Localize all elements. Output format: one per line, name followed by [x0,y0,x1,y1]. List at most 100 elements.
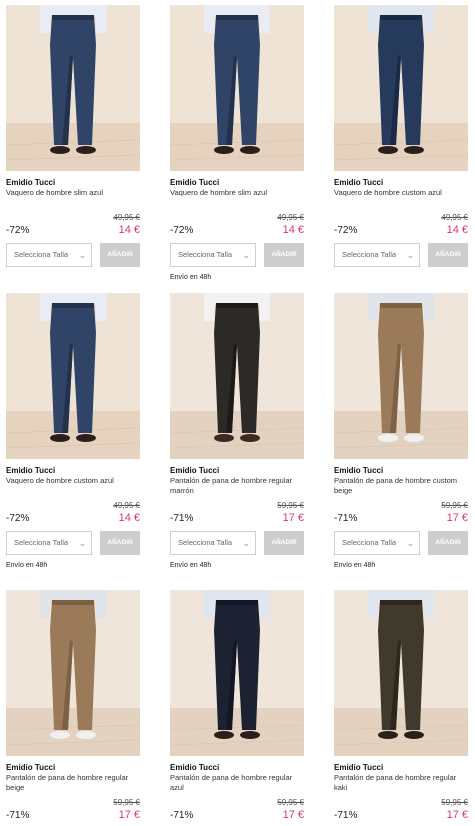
shipping-info [6,274,140,284]
add-to-cart-button[interactable]: AÑADIR [264,243,304,267]
product-card[interactable]: Emidio Tucci Pantalón de pana de hombre … [170,293,304,572]
size-select[interactable]: Selecciona Talla ⌄ [170,243,256,267]
brand-name: Emidio Tucci [170,178,220,187]
chevron-down-icon: ⌄ [242,538,250,548]
price-block: -71% 59,95 € 17 € [334,501,468,529]
price-block: -71% 59,95 € 17 € [170,798,304,826]
discount-badge: -71% [334,810,358,821]
chevron-down-icon: ⌄ [78,250,86,260]
brand-name: Emidio Tucci [334,763,384,772]
size-select[interactable]: Selecciona Talla ⌄ [6,243,92,267]
trousers-photo-icon [6,293,140,459]
product-card[interactable]: Emidio Tucci Vaquero de hombre slim azul… [6,5,140,284]
product-image[interactable] [334,590,468,756]
size-select[interactable]: Selecciona Talla ⌄ [334,531,420,555]
product-image[interactable] [170,293,304,459]
shipping-info [334,274,468,284]
trousers-photo-icon [170,293,304,459]
size-select[interactable]: Selecciona Talla ⌄ [170,531,256,555]
size-select-label: Selecciona Talla [14,250,69,259]
product-image[interactable] [6,590,140,756]
original-price: 59,95 € [277,501,304,510]
chevron-down-icon: ⌄ [78,538,86,548]
price-block: -72% 49,95 € 14 € [170,213,304,241]
discount-badge: -72% [6,513,30,524]
purchase-actions: Selecciona Talla ⌄ AÑADIR [6,531,140,555]
product-card[interactable]: Emidio Tucci Vaquero de hombre custom az… [6,293,140,572]
product-name[interactable]: Pantalón de pana de hombre regular beige [6,773,140,793]
original-price: 49,95 € [441,213,468,222]
product-name[interactable]: Vaquero de hombre custom azul [334,188,468,208]
price-block: -72% 49,95 € 14 € [334,213,468,241]
product-name[interactable]: Pantalón de pana de hombre regular azul [170,773,304,793]
product-image[interactable] [6,293,140,459]
shipping-info: Envío en 48h [170,562,212,569]
product-card[interactable]: Emidio Tucci Pantalón de pana de hombre … [6,590,140,826]
trousers-photo-icon [6,5,140,171]
size-select[interactable]: Selecciona Talla ⌄ [6,531,92,555]
price-block: -72% 49,95 € 14 € [6,501,140,529]
add-to-cart-button[interactable]: AÑADIR [428,243,468,267]
product-name[interactable]: Vaquero de hombre slim azul [170,188,304,208]
product-card[interactable]: Emidio Tucci Pantalón de pana de hombre … [334,293,468,572]
add-to-cart-button[interactable]: AÑADIR [100,243,140,267]
size-select[interactable]: Selecciona Talla ⌄ [334,243,420,267]
discount-badge: -72% [6,225,30,236]
discount-badge: -72% [170,225,194,236]
chevron-down-icon: ⌄ [406,250,414,260]
sale-price: 14 € [446,224,468,236]
chevron-down-icon: ⌄ [406,538,414,548]
product-image[interactable] [170,5,304,171]
price-block: -72% 49,95 € 14 € [6,213,140,241]
original-price: 49,95 € [277,213,304,222]
product-image[interactable] [6,5,140,171]
size-select-label: Selecciona Talla [14,538,69,547]
product-image[interactable] [170,590,304,756]
add-to-cart-button[interactable]: AÑADIR [428,531,468,555]
size-select-label: Selecciona Talla [342,538,397,547]
product-image[interactable] [334,5,468,171]
product-name[interactable]: Pantalón de pana de hombre regular kaki [334,773,468,793]
discount-badge: -71% [170,810,194,821]
brand-name: Emidio Tucci [6,763,56,772]
brand-name: Emidio Tucci [170,466,220,475]
product-name[interactable]: Vaquero de hombre custom azul [6,476,140,496]
purchase-actions: Selecciona Talla ⌄ AÑADIR [334,243,468,267]
product-card[interactable]: Emidio Tucci Vaquero de hombre custom az… [334,5,468,284]
brand-name: Emidio Tucci [334,466,384,475]
sale-price: 14 € [118,512,140,524]
product-name[interactable]: Pantalón de pana de hombre regular marró… [170,476,304,496]
brand-name: Emidio Tucci [6,466,56,475]
original-price: 59,95 € [441,798,468,807]
add-to-cart-button[interactable]: AÑADIR [264,531,304,555]
discount-badge: -71% [334,513,358,524]
original-price: 49,95 € [113,501,140,510]
shipping-info: Envío en 48h [334,562,376,569]
original-price: 49,95 € [113,213,140,222]
size-select-label: Selecciona Talla [178,250,233,259]
add-to-cart-button[interactable]: AÑADIR [100,531,140,555]
brand-name: Emidio Tucci [170,763,220,772]
discount-badge: -72% [334,225,358,236]
product-name[interactable]: Pantalón de pana de hombre custom beige [334,476,468,496]
sale-price: 17 € [282,809,304,821]
product-name[interactable]: Vaquero de hombre slim azul [6,188,140,208]
trousers-photo-icon [334,5,468,171]
original-price: 59,95 € [277,798,304,807]
trousers-photo-icon [334,293,468,459]
trousers-photo-icon [334,590,468,756]
purchase-actions: Selecciona Talla ⌄ AÑADIR [6,243,140,267]
purchase-actions: Selecciona Talla ⌄ AÑADIR [170,243,304,267]
product-card[interactable]: Emidio Tucci Pantalón de pana de hombre … [334,590,468,826]
product-image[interactable] [334,293,468,459]
price-block: -71% 59,95 € 17 € [334,798,468,826]
product-card[interactable]: Emidio Tucci Vaquero de hombre slim azul… [170,5,304,284]
price-block: -71% 59,95 € 17 € [6,798,140,826]
price-block: -71% 59,95 € 17 € [170,501,304,529]
shipping-info: Envío en 48h [6,562,48,569]
sale-price: 14 € [282,224,304,236]
sale-price: 14 € [118,224,140,236]
original-price: 59,95 € [441,501,468,510]
sale-price: 17 € [282,512,304,524]
product-card[interactable]: Emidio Tucci Pantalón de pana de hombre … [170,590,304,826]
